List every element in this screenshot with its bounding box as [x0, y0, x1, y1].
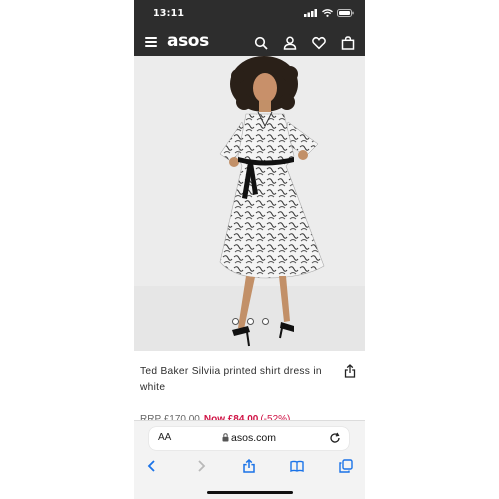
carousel-dots [232, 318, 269, 325]
url-field[interactable]: asos.com [149, 432, 349, 444]
carousel-dot[interactable] [232, 318, 239, 325]
bookmarks-icon[interactable] [290, 459, 304, 473]
search-icon[interactable] [254, 36, 268, 50]
home-indicator [207, 491, 293, 494]
product-title: Ted Baker Silviia printed shirt dress in… [140, 366, 322, 393]
phone-screen: 13:11 asos Ted Baker Silviia printed shi… [134, 0, 365, 499]
share-icon[interactable] [242, 459, 256, 473]
battery-icon [337, 9, 354, 17]
status-bar: 13:11 [134, 0, 365, 28]
browser-chrome: AA asos.com [134, 420, 365, 499]
model-photo-illustration [134, 56, 365, 351]
wifi-icon [322, 9, 333, 17]
carousel-dot[interactable] [247, 318, 254, 325]
heart-icon[interactable] [312, 36, 326, 50]
carousel-dot[interactable] [262, 318, 269, 325]
share-icon[interactable] [344, 364, 356, 378]
address-bar[interactable]: AA asos.com [149, 427, 349, 450]
status-time: 13:11 [153, 8, 185, 19]
status-icons [304, 9, 354, 17]
back-icon[interactable] [145, 459, 159, 473]
account-icon[interactable] [283, 36, 297, 50]
product-image[interactable] [134, 56, 365, 351]
site-header: asos [134, 28, 365, 56]
lock-icon [222, 433, 229, 442]
url-text: asos.com [231, 432, 276, 444]
reload-icon[interactable] [329, 432, 341, 444]
forward-icon[interactable] [194, 459, 208, 473]
signal-icon [304, 9, 317, 17]
menu-icon[interactable] [145, 37, 157, 47]
asos-logo[interactable]: asos [167, 31, 209, 51]
tabs-icon[interactable] [339, 459, 353, 473]
bag-icon[interactable] [341, 36, 355, 50]
